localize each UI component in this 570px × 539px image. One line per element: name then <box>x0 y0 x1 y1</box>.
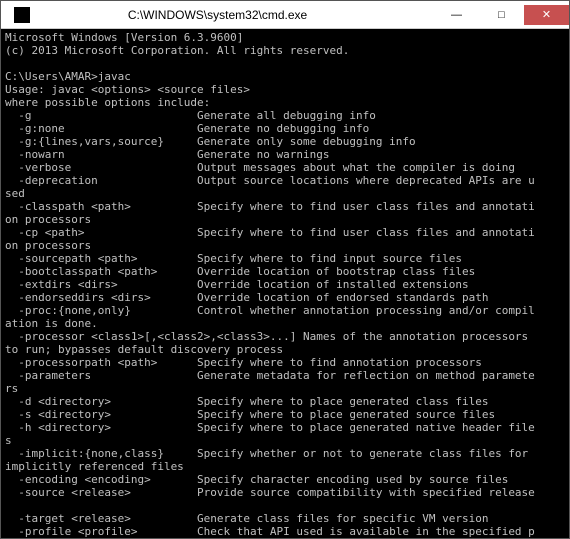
titlebar[interactable]: C:\WINDOWS\system32\cmd.exe — □ ✕ <box>1 1 569 29</box>
app-icon <box>14 7 30 23</box>
close-button[interactable]: ✕ <box>524 5 569 25</box>
minimize-button[interactable]: — <box>434 5 479 25</box>
window-controls: — □ ✕ <box>434 5 569 25</box>
cmd-window: C:\WINDOWS\system32\cmd.exe — □ ✕ Micros… <box>0 0 570 539</box>
titlebar-center: C:\WINDOWS\system32\cmd.exe <box>1 8 434 22</box>
window-title: C:\WINDOWS\system32\cmd.exe <box>128 8 307 22</box>
maximize-button[interactable]: □ <box>479 5 524 25</box>
terminal-output[interactable]: Microsoft Windows [Version 6.3.9600] (c)… <box>1 29 569 538</box>
